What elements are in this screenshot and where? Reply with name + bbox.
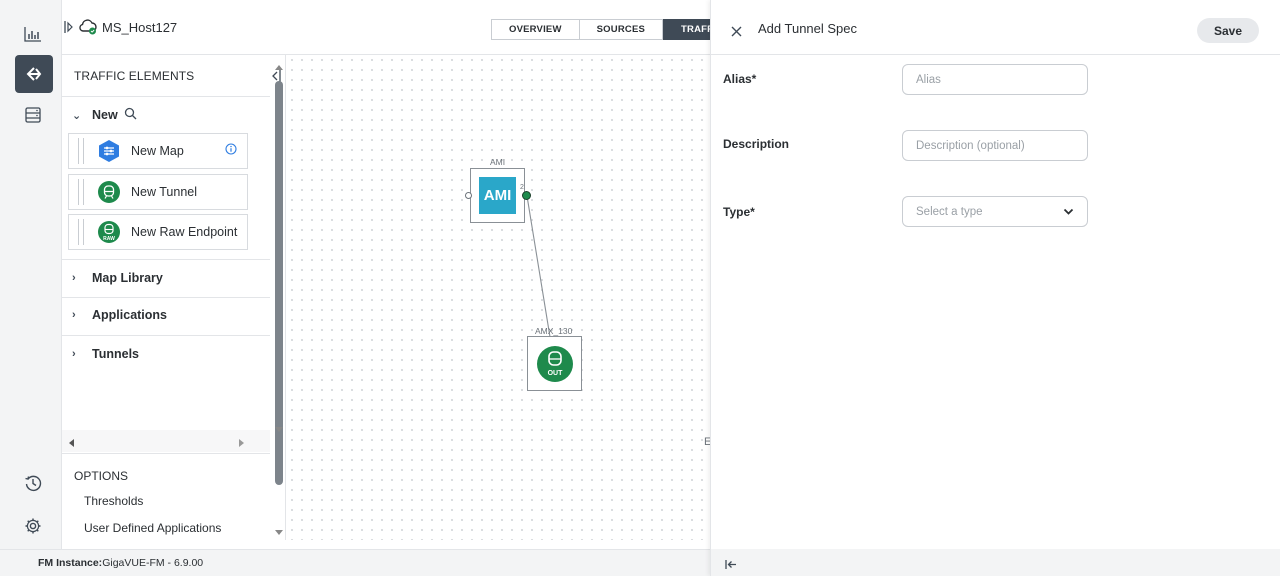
connection-line bbox=[526, 195, 551, 338]
new-raw-endpoint-card[interactable]: RAW New Raw Endpoint bbox=[68, 214, 248, 250]
option-thresholds[interactable]: Thresholds bbox=[84, 494, 143, 508]
out-badge: OUT bbox=[548, 370, 564, 377]
chevron-right-icon: › bbox=[72, 309, 76, 321]
scroll-right-icon[interactable] bbox=[237, 435, 245, 453]
applications-label: Applications bbox=[92, 308, 168, 322]
traffic-flow-icon[interactable] bbox=[15, 55, 53, 93]
status-bar: FM Instance: GigaVUE-FM - 6.9.00 bbox=[0, 549, 710, 576]
drag-handle-icon[interactable] bbox=[78, 138, 84, 164]
divider bbox=[62, 335, 270, 336]
traffic-elements-panel: TRAFFIC ELEMENTS ⌄ New New Map New Tunne… bbox=[62, 55, 286, 540]
status-prefix: FM Instance: bbox=[38, 557, 103, 569]
description-input[interactable]: Description (optional) bbox=[902, 130, 1088, 161]
ami-node-badge: AMI bbox=[479, 177, 516, 214]
divider bbox=[62, 297, 270, 298]
save-button[interactable]: Save bbox=[1197, 18, 1259, 43]
traffic-elements-title: TRAFFIC ELEMENTS bbox=[74, 69, 195, 83]
map-canvas[interactable]: AMI AMI 2 AMX_130 OUT E bbox=[287, 55, 711, 540]
settings-icon[interactable] bbox=[17, 510, 49, 542]
type-label: Type* bbox=[723, 205, 755, 219]
expand-panel-icon[interactable] bbox=[64, 20, 74, 39]
divider bbox=[62, 259, 270, 260]
tab-sources[interactable]: SOURCES bbox=[579, 19, 664, 40]
new-section-header[interactable]: ⌄ New bbox=[72, 103, 137, 127]
collapse-drawer-icon[interactable] bbox=[725, 557, 737, 575]
options-title: OPTIONS bbox=[74, 469, 129, 483]
alias-label: Alias* bbox=[723, 72, 757, 86]
alias-placeholder: Alias bbox=[916, 73, 941, 86]
dashboard-chart-icon[interactable] bbox=[17, 18, 49, 50]
search-icon[interactable] bbox=[124, 107, 137, 123]
map-icon bbox=[97, 139, 121, 163]
description-label: Description bbox=[723, 137, 790, 151]
raw-badge: RAW bbox=[103, 236, 115, 242]
chevron-down-icon bbox=[1063, 207, 1074, 219]
type-select[interactable]: Select a type bbox=[902, 196, 1088, 227]
new-tunnel-label: New Tunnel bbox=[131, 185, 198, 199]
scroll-left-icon[interactable] bbox=[68, 435, 76, 453]
drag-handle-icon[interactable] bbox=[78, 179, 84, 205]
cloud-status-icon bbox=[78, 18, 98, 40]
tunnel-icon bbox=[97, 180, 121, 204]
tunnels-group[interactable]: › Tunnels bbox=[72, 342, 139, 366]
scroll-down-icon[interactable] bbox=[274, 421, 284, 439]
history-icon[interactable] bbox=[17, 467, 49, 499]
status-value: GigaVUE-FM - 6.9.00 bbox=[102, 557, 204, 569]
new-section-label: New bbox=[92, 108, 118, 122]
amx-node[interactable]: OUT bbox=[527, 336, 582, 391]
drawer-header: Add Tunnel Spec Save bbox=[711, 0, 1280, 55]
left-nav-rail bbox=[0, 0, 62, 549]
info-icon[interactable] bbox=[225, 142, 237, 160]
horizontal-scrollbar[interactable] bbox=[62, 430, 270, 452]
add-tunnel-spec-drawer: Add Tunnel Spec Save Alias* Alias Descri… bbox=[710, 0, 1280, 576]
page-title: MS_Host127 bbox=[102, 20, 178, 35]
ami-node-label: AMI bbox=[490, 157, 506, 167]
raw-endpoint-icon: RAW bbox=[97, 220, 121, 244]
drawer-footer bbox=[711, 549, 1280, 576]
alias-input[interactable]: Alias bbox=[902, 64, 1088, 95]
scroll-down-icon[interactable] bbox=[274, 524, 284, 542]
chevron-down-icon: ⌄ bbox=[72, 109, 82, 122]
port-number: 2 bbox=[520, 184, 524, 191]
type-placeholder: Select a type bbox=[916, 205, 983, 218]
amx-node-label: AMX_130 bbox=[535, 326, 573, 336]
description-placeholder: Description (optional) bbox=[916, 139, 1025, 152]
ami-node[interactable]: AMI 2 bbox=[470, 168, 525, 223]
new-map-label: New Map bbox=[131, 144, 184, 158]
drawer-title: Add Tunnel Spec bbox=[758, 21, 858, 36]
view-tabs: OVERVIEW SOURCES TRAFFIC bbox=[491, 19, 734, 40]
option-user-defined-applications[interactable]: User Defined Applications bbox=[84, 521, 221, 535]
divider bbox=[62, 96, 270, 97]
divider bbox=[62, 453, 270, 454]
vertical-scrollbar[interactable] bbox=[273, 55, 286, 540]
scroll-up-icon[interactable] bbox=[274, 58, 284, 76]
chevron-right-icon: › bbox=[72, 348, 76, 360]
new-tunnel-card[interactable]: New Tunnel bbox=[68, 174, 248, 210]
tunnel-out-icon: OUT bbox=[536, 345, 574, 388]
drag-handle-icon[interactable] bbox=[78, 219, 84, 245]
tunnels-label: Tunnels bbox=[92, 347, 139, 361]
output-port-icon[interactable] bbox=[522, 191, 531, 200]
new-map-card[interactable]: New Map bbox=[68, 133, 248, 169]
map-library-label: Map Library bbox=[92, 271, 163, 285]
inventory-icon[interactable] bbox=[17, 99, 49, 131]
close-icon[interactable] bbox=[731, 24, 742, 42]
new-raw-endpoint-label: New Raw Endpoint bbox=[131, 225, 238, 239]
applications-group[interactable]: › Applications bbox=[72, 303, 167, 327]
input-port-icon[interactable] bbox=[465, 192, 472, 199]
tab-overview[interactable]: OVERVIEW bbox=[491, 19, 580, 40]
chevron-right-icon: › bbox=[72, 272, 76, 284]
map-library-group[interactable]: › Map Library bbox=[72, 266, 163, 290]
top-header: MS_Host127 OVERVIEW SOURCES TRAFFIC bbox=[62, 0, 734, 55]
